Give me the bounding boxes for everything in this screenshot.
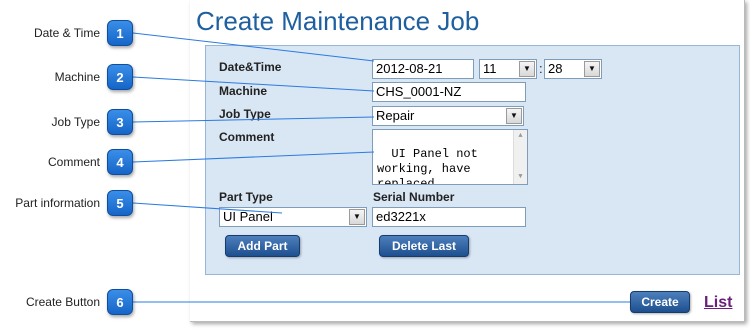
- comment-label: Comment: [219, 130, 275, 144]
- callout-badge-1: 1: [107, 20, 133, 46]
- create-button[interactable]: Create: [630, 291, 690, 313]
- hour-select[interactable]: 11 ▼: [479, 59, 537, 79]
- comment-scrollbar[interactable]: ▲ ▼: [513, 130, 527, 184]
- serial-input[interactable]: ed3221x: [372, 207, 526, 227]
- callout-label-datetime: Date & Time: [33, 26, 100, 40]
- machine-input[interactable]: CHS_0001-NZ: [372, 82, 526, 102]
- chevron-down-icon: ▼: [506, 108, 522, 124]
- parttype-value: UI Panel: [223, 209, 273, 224]
- jobtype-select[interactable]: Repair ▼: [372, 106, 524, 126]
- callout-badge-4: 4: [107, 149, 133, 175]
- chevron-down-icon: ▼: [349, 209, 365, 225]
- parttype-label: Part Type: [219, 190, 273, 204]
- callout-badge-2: 2: [107, 64, 133, 90]
- hour-value: 11: [483, 61, 497, 76]
- delete-last-button[interactable]: Delete Last: [379, 235, 469, 257]
- parttype-select[interactable]: UI Panel ▼: [219, 207, 367, 227]
- add-part-button[interactable]: Add Part: [225, 235, 300, 257]
- callout-label-part: Part information: [15, 196, 100, 210]
- time-separator: :: [539, 61, 543, 76]
- callout-badge-3: 3: [107, 109, 133, 135]
- callout-label-machine: Machine: [54, 70, 100, 84]
- callout-badge-6: 6: [107, 289, 133, 315]
- callout-label-create: Create Button: [25, 295, 100, 309]
- chevron-down-icon: ▼: [519, 61, 535, 77]
- scroll-up-icon[interactable]: ▲: [514, 130, 527, 143]
- callout-label-jobtype: Job Type: [51, 115, 100, 129]
- callout-badge-5: 5: [107, 190, 133, 216]
- chevron-down-icon: ▼: [584, 61, 600, 77]
- comment-text: UI Panel not working, have replaced: [377, 147, 478, 185]
- jobtype-value: Repair: [376, 108, 415, 123]
- minute-value: 28: [548, 61, 563, 76]
- page-title: Create Maintenance Job: [196, 6, 480, 36]
- minute-select[interactable]: 28 ▼: [544, 59, 602, 79]
- date-input[interactable]: 2012-08-21: [372, 59, 474, 79]
- machine-label: Machine: [219, 84, 268, 98]
- serial-label: Serial Number: [373, 190, 455, 204]
- datetime-label: Date&Time: [219, 60, 282, 74]
- scroll-down-icon[interactable]: ▼: [514, 171, 527, 184]
- comment-textarea[interactable]: UI Panel not working, have replaced ▲ ▼: [372, 129, 528, 185]
- callout-label-comment: Comment: [47, 155, 100, 169]
- jobtype-label: Job Type: [219, 107, 271, 121]
- list-link[interactable]: List: [704, 294, 732, 312]
